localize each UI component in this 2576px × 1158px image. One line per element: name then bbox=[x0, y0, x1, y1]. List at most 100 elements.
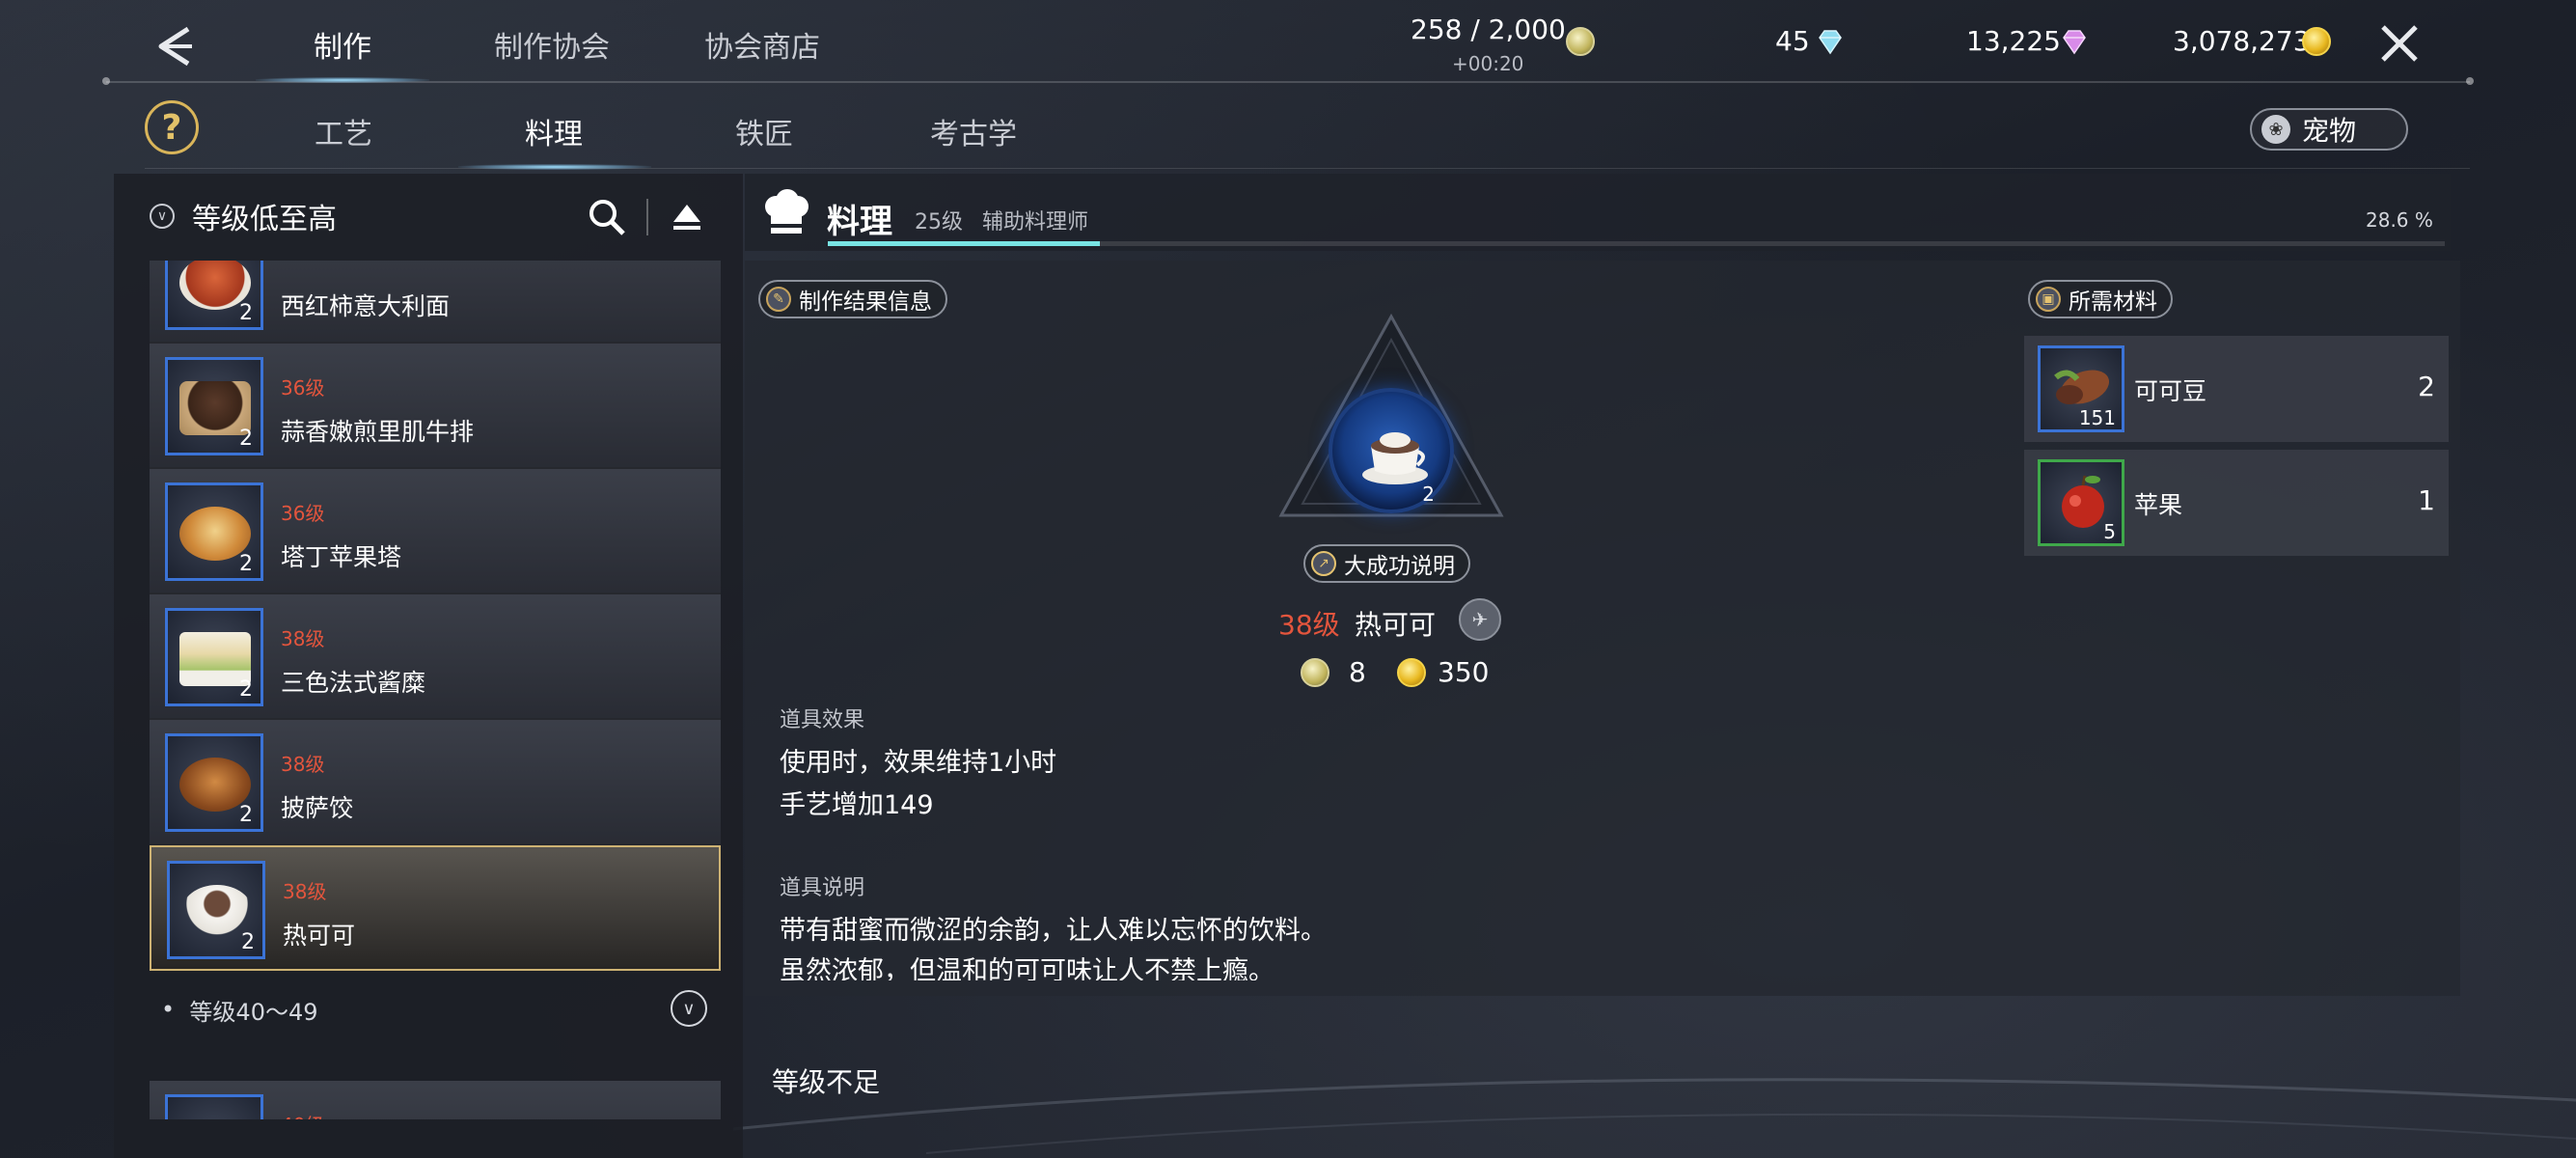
pet-button[interactable]: ❀ 宠物 bbox=[2250, 108, 2408, 151]
hot-cocoa-icon bbox=[1362, 432, 1428, 484]
recipe-thumbnail: 2 bbox=[165, 357, 263, 455]
item-name: 热可可 bbox=[1355, 609, 1437, 641]
stamina-regen-timer: +00:20 bbox=[1452, 52, 1524, 75]
stamina-value: 258 / 2,000 bbox=[1411, 14, 1566, 45]
materials-button[interactable]: ▣ 所需材料 bbox=[2028, 280, 2173, 318]
description-line: 带有甜蜜而微涩的余韵，让人难以忘怀的饮料。 bbox=[780, 916, 1327, 946]
result-info-button[interactable]: ✎ 制作结果信息 bbox=[758, 280, 947, 318]
subtab-cooking[interactable]: 料理 bbox=[525, 110, 583, 152]
list-item[interactable]: 2 西红柿意大利面 bbox=[150, 261, 721, 344]
gold-count: 3,078,273 bbox=[2173, 25, 2311, 57]
gold-cost-icon bbox=[1397, 658, 1426, 687]
tab-craft[interactable]: 制作 bbox=[314, 23, 371, 66]
recipe-name: 蒜香嫩煎里肌牛排 bbox=[281, 418, 475, 446]
recipe-level: 38级 bbox=[283, 880, 327, 903]
tab-active-indicator bbox=[256, 77, 429, 83]
subtab-archaeology[interactable]: 考古学 bbox=[930, 110, 1017, 152]
tab-craft-guild[interactable]: 制作协会 bbox=[494, 23, 610, 66]
recipe-thumbnail: 2 bbox=[165, 261, 263, 330]
paw-icon: ❀ bbox=[2261, 115, 2290, 144]
recipe-name: 西红柿意大利面 bbox=[281, 292, 451, 320]
subtab-blacksmith[interactable]: 铁匠 bbox=[735, 110, 793, 152]
close-icon[interactable] bbox=[2375, 19, 2424, 68]
skill-progress-fill bbox=[828, 241, 1100, 246]
recipe-name: 塔丁苹果塔 bbox=[281, 543, 402, 571]
subtab-divider bbox=[145, 168, 2470, 169]
subtab-craftwork[interactable]: 工艺 bbox=[315, 110, 372, 152]
recipe-thumbnail: 2 bbox=[165, 482, 263, 581]
recipe-name: 披萨饺 bbox=[281, 794, 354, 822]
search-icon[interactable] bbox=[587, 197, 627, 237]
skill-progress-percent: 28.6 % bbox=[2366, 208, 2433, 232]
gold-cost: 350 bbox=[1438, 656, 1490, 688]
info-icon: ✎ bbox=[766, 287, 791, 312]
list-item[interactable]: 2 38级 三色法式酱糜 bbox=[150, 594, 721, 720]
stamina-coin-icon bbox=[1566, 27, 1595, 56]
level-group-label: 等级40～49 bbox=[189, 998, 318, 1026]
recipe-level: 38级 bbox=[281, 627, 325, 650]
chevron-down-icon: ∨ bbox=[150, 204, 175, 229]
chef-hat-icon bbox=[765, 189, 808, 234]
material-required: 1 bbox=[2418, 484, 2435, 516]
sort-dropdown[interactable]: ∨ 等级低至高 bbox=[150, 195, 337, 237]
great-success-button[interactable]: ↗ 大成功说明 bbox=[1303, 544, 1470, 583]
description-line: 虽然浓郁，但温和的可可味让人不禁上瘾。 bbox=[780, 956, 1274, 980]
recipe-level: 36级 bbox=[281, 502, 325, 525]
list-item[interactable]: 2 38级 披萨饺 bbox=[150, 720, 721, 845]
recipe-name: 热可可 bbox=[283, 922, 356, 950]
material-required: 2 bbox=[2418, 371, 2435, 402]
gold-coin-icon bbox=[2302, 27, 2331, 56]
result-item-icon[interactable]: 2 bbox=[1329, 388, 1454, 513]
material-row[interactable]: 151 可可豆 2 bbox=[2024, 336, 2449, 442]
material-name: 可可豆 bbox=[2134, 377, 2207, 405]
sort-label: 等级低至高 bbox=[192, 203, 337, 236]
background-streak bbox=[733, 1078, 2576, 1154]
tab-guild-shop[interactable]: 协会商店 bbox=[704, 23, 820, 66]
expand-icon[interactable]: ∨ bbox=[671, 990, 707, 1027]
material-thumbnail: 151 bbox=[2038, 345, 2124, 432]
material-thumbnail: 5 bbox=[2038, 459, 2124, 546]
recipe-thumbnail bbox=[165, 1094, 263, 1119]
pink-gem-icon bbox=[2063, 30, 2086, 55]
materials-icon: ▣ bbox=[2036, 287, 2061, 312]
list-item[interactable]: 40级 bbox=[150, 1081, 721, 1119]
blue-gem-icon bbox=[1819, 30, 1842, 55]
recipe-thumbnail: 2 bbox=[165, 733, 263, 832]
list-item-selected[interactable]: 2 38级 热可可 bbox=[150, 845, 721, 971]
skill-name: 料理 bbox=[827, 203, 892, 241]
list-item[interactable]: 2 36级 蒜香嫩煎里肌牛排 bbox=[150, 344, 721, 469]
status-message: 等级不足 bbox=[772, 1066, 881, 1098]
stamina-cost: 8 bbox=[1349, 656, 1366, 688]
level-group-header[interactable]: • 等级40～49 ∨ bbox=[150, 971, 721, 1048]
pin-icon[interactable]: ✈ bbox=[1459, 598, 1501, 641]
blue-gem-count: 45 bbox=[1775, 25, 1810, 57]
recipe-name: 三色法式酱糜 bbox=[281, 669, 426, 697]
effect-line: 手艺增加149 bbox=[780, 790, 934, 820]
chart-up-icon: ↗ bbox=[1311, 551, 1336, 576]
list-item[interactable]: 2 36级 塔丁苹果塔 bbox=[150, 469, 721, 594]
skill-rank-title: 辅助料理师 bbox=[982, 210, 1089, 234]
header-divider bbox=[102, 77, 2474, 85]
material-name: 苹果 bbox=[2134, 491, 2183, 519]
effect-line: 使用时，效果维持1小时 bbox=[780, 748, 1057, 778]
pink-gem-count: 13,225 bbox=[1966, 25, 2061, 57]
subtab-active-indicator bbox=[458, 164, 651, 170]
back-arrow-icon[interactable] bbox=[150, 19, 204, 73]
description-header: 道具说明 bbox=[780, 876, 865, 900]
recipe-level: 40级 bbox=[281, 1110, 324, 1119]
help-icon[interactable]: ? bbox=[145, 100, 199, 154]
material-row[interactable]: 5 苹果 1 bbox=[2024, 450, 2449, 556]
recipe-thumbnail: 2 bbox=[167, 861, 265, 959]
stamina-cost-icon bbox=[1301, 658, 1329, 687]
pet-button-label: 宠物 bbox=[2302, 115, 2357, 147]
effect-header: 道具效果 bbox=[780, 708, 865, 732]
description-text: 带有甜蜜而微涩的余韵，让人难以忘怀的饮料。 虽然浓郁，但温和的可可味让人不禁上瘾… bbox=[780, 911, 1455, 980]
recipe-list[interactable]: 2 西红柿意大利面 2 36级 蒜香嫩煎里肌牛排 2 36级 塔丁苹果塔 2 3… bbox=[150, 261, 721, 1119]
recipe-level: 36级 bbox=[281, 376, 325, 400]
item-level: 38级 bbox=[1278, 609, 1340, 641]
recipe-thumbnail: 2 bbox=[165, 608, 263, 706]
skill-level: 25级 bbox=[915, 210, 963, 234]
collapse-icon[interactable] bbox=[670, 199, 704, 234]
recipe-level: 38级 bbox=[281, 753, 325, 776]
toolbar-separator bbox=[646, 199, 648, 235]
